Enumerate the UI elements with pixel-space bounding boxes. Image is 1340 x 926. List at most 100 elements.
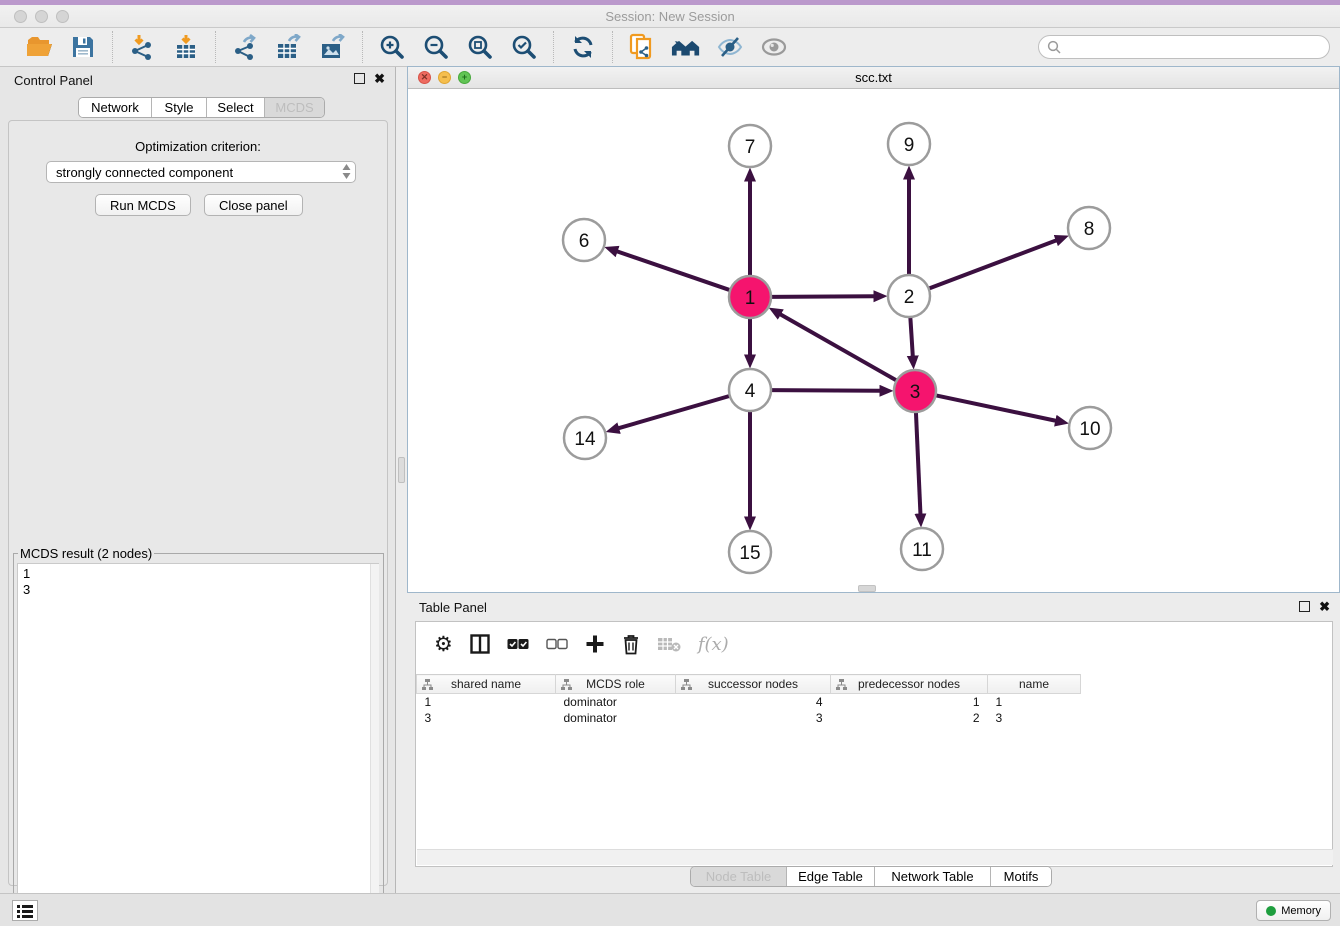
tab-network-table[interactable]: Network Table: [875, 867, 991, 886]
gear-icon: ⚙: [434, 634, 453, 655]
export-network-icon: [232, 34, 258, 60]
tab-mcds[interactable]: MCDS: [265, 98, 324, 117]
cell-predecessor-nodes[interactable]: 2: [831, 710, 988, 726]
cell-predecessor-nodes[interactable]: 1: [831, 694, 988, 710]
cell-successor-nodes[interactable]: 3: [676, 710, 831, 726]
cell-shared-name[interactable]: 3: [417, 710, 556, 726]
optimization-criterion-select[interactable]: strongly connected component: [46, 161, 356, 183]
status-bar: Memory: [0, 893, 1340, 926]
delete-table-icon: [657, 636, 681, 652]
cell-shared-name[interactable]: 1: [417, 694, 556, 710]
table-toolbar: ⚙: [416, 622, 1332, 666]
split-divider-handle-vertical[interactable]: [398, 457, 405, 483]
tab-edge-table[interactable]: Edge Table: [787, 867, 875, 886]
edge-2-3[interactable]: [910, 317, 912, 356]
mcds-result-textarea[interactable]: 1 3: [17, 563, 379, 925]
graph-node-label-8: 8: [1084, 219, 1095, 240]
zoom-selected-button[interactable]: [509, 32, 539, 62]
cell-mcds-role[interactable]: dominator: [556, 710, 676, 726]
graph-node-label-1: 1: [745, 288, 756, 309]
table-row[interactable]: 1 dominator 4 1 1: [417, 694, 1333, 710]
network-graph[interactable]: 7968124314101511: [408, 89, 1339, 592]
network-window-titlebar[interactable]: ✕ − + scc.txt: [408, 67, 1339, 89]
export-table-icon: [275, 34, 303, 60]
run-mcds-button[interactable]: Run MCDS: [95, 194, 191, 216]
zoom-in-icon: [379, 34, 405, 60]
save-session-button[interactable]: [68, 32, 98, 62]
close-panel-button[interactable]: Close panel: [204, 194, 303, 216]
cell-successor-nodes[interactable]: 4: [676, 694, 831, 710]
tab-motifs[interactable]: Motifs: [991, 867, 1051, 886]
delete-table-button[interactable]: [657, 631, 681, 657]
cell-name[interactable]: 1: [988, 694, 1081, 710]
edge-4-3[interactable]: [771, 390, 880, 391]
float-panel-icon[interactable]: [354, 73, 365, 84]
tab-select[interactable]: Select: [207, 98, 265, 117]
result-scrollbar-track[interactable]: [370, 564, 379, 924]
memory-button[interactable]: Memory: [1256, 900, 1331, 921]
graph-node-label-2: 2: [904, 287, 915, 308]
network-canvas[interactable]: 7968124314101511: [408, 89, 1339, 592]
titlebar-accent-strip: [0, 0, 1340, 5]
import-table-button[interactable]: [171, 32, 201, 62]
col-predecessor-nodes[interactable]: predecessor nodes: [831, 675, 988, 694]
refresh-icon: [570, 34, 596, 60]
control-panel: Control Panel ✖ Network Style Select MCD…: [0, 67, 396, 893]
clone-network-button[interactable]: [627, 32, 657, 62]
edge-1-6[interactable]: [617, 251, 730, 290]
zoom-out-button[interactable]: [421, 32, 451, 62]
edge-3-1[interactable]: [780, 314, 896, 380]
edge-3-10[interactable]: [936, 395, 1056, 420]
table-header-row: shared name MCDS role successor nodes pr…: [417, 675, 1333, 694]
edge-1-2[interactable]: [771, 296, 874, 297]
export-network-button[interactable]: [230, 32, 260, 62]
zoom-fit-button[interactable]: [465, 32, 495, 62]
import-network-icon: [129, 34, 155, 60]
mcds-result-title: MCDS result (2 nodes): [18, 546, 154, 561]
edge-4-14[interactable]: [619, 396, 730, 428]
zoom-in-button[interactable]: [377, 32, 407, 62]
table-close-panel-icon[interactable]: ✖: [1319, 601, 1330, 612]
import-table-icon: [173, 34, 199, 60]
cell-name[interactable]: 3: [988, 710, 1081, 726]
col-shared-name[interactable]: shared name: [417, 675, 556, 694]
col-name[interactable]: name: [988, 675, 1081, 694]
select-all-button[interactable]: [507, 631, 529, 657]
delete-column-button[interactable]: [622, 631, 640, 657]
open-session-button[interactable]: [24, 32, 54, 62]
col-mcds-role[interactable]: MCDS role: [556, 675, 676, 694]
table-horizontal-scrollbar[interactable]: [417, 849, 1333, 865]
edge-3-11[interactable]: [916, 412, 921, 514]
tab-node-table[interactable]: Node Table: [691, 867, 787, 886]
columns-icon: [470, 634, 490, 654]
export-image-button[interactable]: [318, 32, 348, 62]
import-network-button[interactable]: [127, 32, 157, 62]
home-button[interactable]: [671, 32, 701, 62]
split-divider-handle-horizontal[interactable]: [858, 585, 876, 592]
graph-node-label-15: 15: [739, 543, 760, 564]
col-successor-nodes[interactable]: successor nodes: [676, 675, 831, 694]
show-columns-button[interactable]: [470, 631, 490, 657]
memory-label: Memory: [1281, 905, 1321, 917]
cell-mcds-role[interactable]: dominator: [556, 694, 676, 710]
unselect-all-button[interactable]: [546, 631, 568, 657]
task-history-button[interactable]: [12, 900, 38, 921]
table-float-panel-icon[interactable]: [1299, 601, 1310, 612]
show-graphics-details-button[interactable]: [715, 32, 745, 62]
function-builder-button[interactable]: f(x): [698, 631, 729, 657]
apply-layout-button[interactable]: [568, 32, 598, 62]
tab-style[interactable]: Style: [152, 98, 207, 117]
close-panel-icon[interactable]: ✖: [374, 73, 385, 84]
export-table-button[interactable]: [274, 32, 304, 62]
search-input[interactable]: [1061, 37, 1329, 57]
zoom-fit-icon: [467, 34, 493, 60]
mcds-result-groupbox: MCDS result (2 nodes) 1 3: [13, 546, 384, 922]
table-row[interactable]: 3 dominator 3 2 3: [417, 710, 1333, 726]
tab-network[interactable]: Network: [79, 98, 152, 117]
create-column-button[interactable]: [585, 631, 605, 657]
table-settings-button[interactable]: ⚙: [434, 631, 453, 657]
save-floppy-icon: [71, 35, 95, 59]
search-field[interactable]: [1038, 35, 1330, 59]
birds-eye-view-button[interactable]: [759, 32, 789, 62]
edge-2-8[interactable]: [929, 240, 1057, 288]
